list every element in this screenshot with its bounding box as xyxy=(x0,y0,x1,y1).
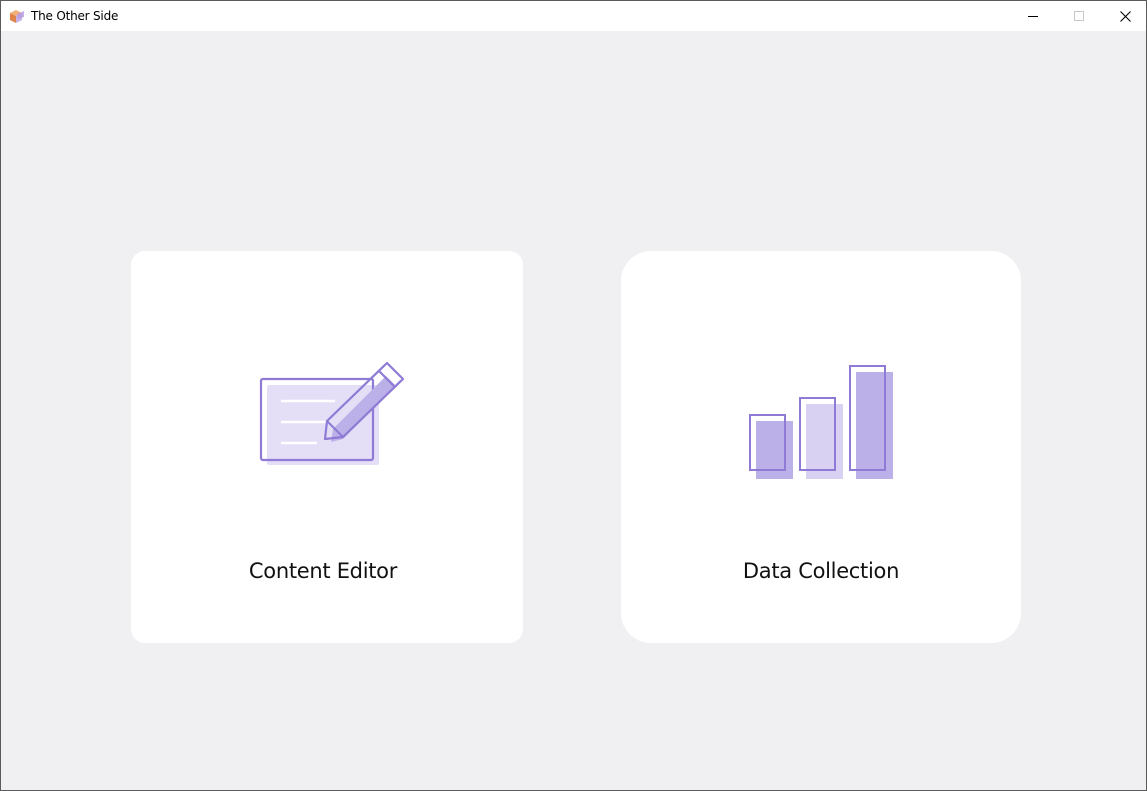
cube-icon xyxy=(10,10,24,23)
main-content: Content Editor Data Collection xyxy=(1,31,1146,790)
close-button[interactable] xyxy=(1102,1,1146,31)
content-editor-card[interactable]: Content Editor xyxy=(131,251,523,643)
app-window: The Other Side Content Editor Data Colle… xyxy=(0,0,1147,791)
minimize-button[interactable] xyxy=(1010,1,1056,31)
minimize-icon xyxy=(1028,16,1038,17)
close-icon xyxy=(1119,10,1131,22)
content-editor-label: Content Editor xyxy=(248,559,398,583)
data-collection-label: Data Collection xyxy=(742,559,900,583)
maximize-icon xyxy=(1074,11,1084,21)
data-collection-card[interactable]: Data Collection xyxy=(621,251,1021,643)
maximize-button[interactable] xyxy=(1056,1,1102,31)
title-bar[interactable]: The Other Side xyxy=(1,1,1146,31)
bar-chart-icon xyxy=(749,365,893,479)
edit-document-icon xyxy=(259,361,405,465)
window-title: The Other Side xyxy=(31,9,119,23)
